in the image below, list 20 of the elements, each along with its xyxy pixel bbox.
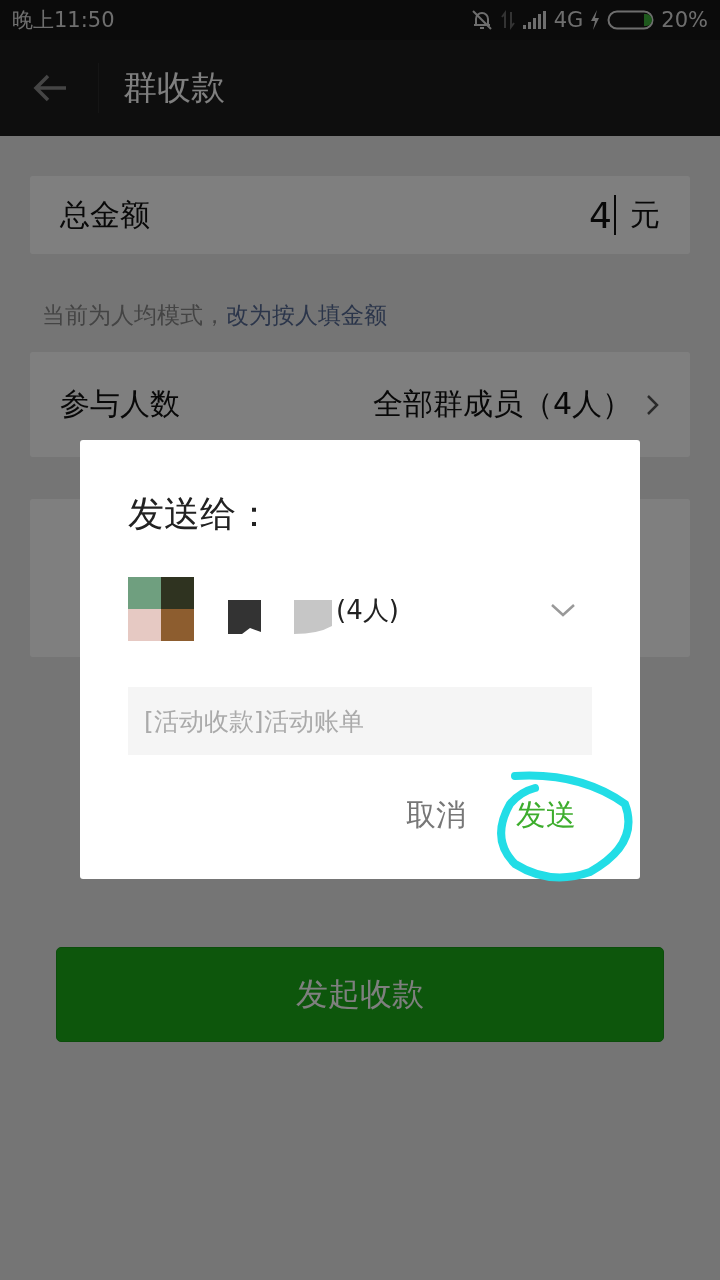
send-button[interactable]: 发送 <box>516 787 576 844</box>
signal-icon <box>521 10 548 30</box>
chevron-right-icon <box>646 392 660 417</box>
amount-field[interactable]: 总金额 4 元 <box>30 176 690 254</box>
data-arrows-icon <box>499 10 516 30</box>
battery-icon <box>607 9 656 31</box>
page-title: 群收款 <box>123 66 225 109</box>
dropdown-chevron-icon[interactable] <box>550 602 576 618</box>
recipient-count: (4人) <box>336 593 399 627</box>
status-time: 晚上11:50 <box>12 7 115 34</box>
battery-percent: 20% <box>661 8 708 32</box>
message-field[interactable]: [活动收款]活动账单 <box>128 687 592 755</box>
cancel-button[interactable]: 取消 <box>406 787 466 844</box>
dialog-title: 发送给： <box>128 492 273 536</box>
network-type: 4G <box>553 8 584 32</box>
muted-bell-icon <box>469 9 494 31</box>
back-arrow-icon[interactable] <box>32 73 68 103</box>
charging-icon <box>589 9 602 31</box>
group-avatar-icon <box>128 577 194 643</box>
change-mode-link[interactable]: 改为按人填金额 <box>226 302 387 328</box>
